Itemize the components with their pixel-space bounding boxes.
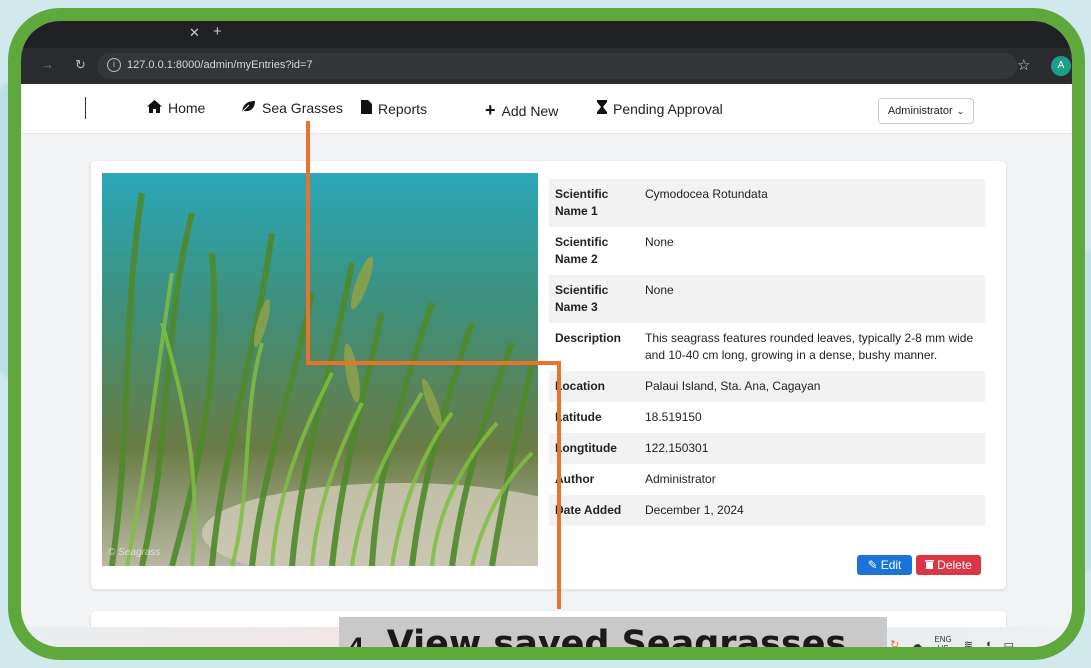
edit-icon: ✎ [867,558,878,572]
browser-tab-bar: ✕ + [21,21,1072,48]
table-row: Description This seagrass features round… [549,323,985,371]
nav-add-new-label: Add New [501,102,559,119]
entry-card: © Seagrass Scientific Name 1 Cymodocea R… [91,161,1006,589]
url-text: 127.0.0.1:8000/admin/myEntries?id=7 [127,59,313,71]
nav-home[interactable]: Home [147,100,205,116]
detail-key: Description [555,331,622,345]
file-icon [361,100,372,117]
delete-button-label: Delete [937,558,972,572]
annotation-line [557,361,561,609]
delete-button[interactable]: Delete [916,555,981,575]
detail-key: Longtitude [555,441,617,455]
table-row: Longtitude 122.150301 [549,433,985,464]
detail-key: Location [555,379,605,393]
step-caption: 4. View saved Seagrasses [339,617,887,660]
photo-watermark: © Seagrass [108,547,161,558]
nav-sea-grasses-label: Sea Grasses [262,100,343,116]
detail-key: Scientific Name 1 [555,187,609,218]
green-frame: ✕ + → ↻ i 127.0.0.1:8000/admin/myEntries… [8,8,1085,660]
trash-icon [925,558,935,572]
close-tab-icon[interactable]: ✕ [189,25,200,41]
detail-value: 122.150301 [645,441,709,455]
language-code: ENG [934,635,952,644]
edit-button[interactable]: ✎ Edit [857,555,912,575]
detail-key: Scientific Name 2 [555,235,609,266]
cloud-icon[interactable]: ☁ [911,638,922,648]
annotation-line [306,361,561,365]
table-row: Scientific Name 3 None [549,275,985,323]
system-tray: ↻ ☁ ENG US ≋ ◖ ▭ [890,635,1014,653]
step-caption-text: View saved Seagrasses [386,624,847,660]
language-indicator[interactable]: ENG US [934,635,952,653]
annotation-line [306,121,310,365]
nav-home-label: Home [168,100,206,116]
wifi-icon[interactable]: ≋ [964,638,973,648]
table-row: Scientific Name 2 None [549,227,985,275]
nav-reports[interactable]: Reports [361,100,427,117]
detail-value: December 1, 2024 [645,503,744,517]
profile-avatar[interactable]: A [1051,56,1071,76]
leaf-icon [241,100,256,116]
new-tab-icon[interactable]: + [213,23,222,40]
user-dropdown[interactable]: Administrator ⌄ [878,98,974,124]
detail-value: This seagrass features rounded leaves, t… [645,331,974,362]
site-navbar: Home Sea Grasses Reports + Add New Pendi… [21,84,1072,134]
detail-value: None [645,235,674,249]
nav-add-new[interactable]: + Add New [485,100,558,121]
region-code: US [937,644,949,653]
hourglass-icon [597,100,607,117]
table-row: Latitude 18.519150 [549,402,985,433]
plus-icon: + [485,100,496,120]
nav-pending-approval-label: Pending Approval [613,100,723,117]
url-input[interactable]: i 127.0.0.1:8000/admin/myEntries?id=7 [97,53,1017,79]
detail-value: Cymodocea Rotundata [645,187,768,201]
site-info-icon[interactable]: i [107,58,121,72]
browser-address-bar: → ↻ i 127.0.0.1:8000/admin/myEntries?id=… [21,48,1072,84]
user-dropdown-label: Administrator [887,105,953,117]
detail-key: Scientific Name 3 [555,283,609,314]
detail-key: Date Added [555,503,622,517]
step-number: 4. [349,635,373,660]
back-icon[interactable]: → [41,57,54,72]
edit-button-label: Edit [880,558,902,572]
bookmark-star-icon[interactable]: ☆ [1017,56,1030,74]
home-icon [147,100,162,116]
detail-key: Latitude [555,410,602,424]
table-row: Location Palaui Island, Sta. Ana, Cagaya… [549,371,985,402]
chevron-down-icon: ⌄ [956,105,965,116]
battery-icon[interactable]: ▭ [1004,638,1014,648]
table-row: Date Added December 1, 2024 [549,495,985,526]
nav-sea-grasses[interactable]: Sea Grasses [241,100,343,116]
sync-icon[interactable]: ↻ [890,638,899,648]
entry-details-table: Scientific Name 1 Cymodocea Rotundata Sc… [549,179,985,526]
nav-reports-label: Reports [378,100,428,117]
nav-pending-approval[interactable]: Pending Approval [597,100,723,117]
volume-icon[interactable]: ◖ [985,638,992,647]
detail-value: None [645,283,674,297]
detail-value: Palaui Island, Sta. Ana, Cagayan [645,379,821,393]
table-row: Scientific Name 1 Cymodocea Rotundata [549,179,985,227]
table-row: Author Administrator [549,464,985,495]
reload-icon[interactable]: ↻ [75,57,86,73]
navbar-divider [85,97,86,119]
seagrass-photo: © Seagrass [102,173,538,566]
detail-value: Administrator [645,472,716,486]
detail-key: Author [555,472,595,486]
detail-value: 18.519150 [645,410,702,424]
